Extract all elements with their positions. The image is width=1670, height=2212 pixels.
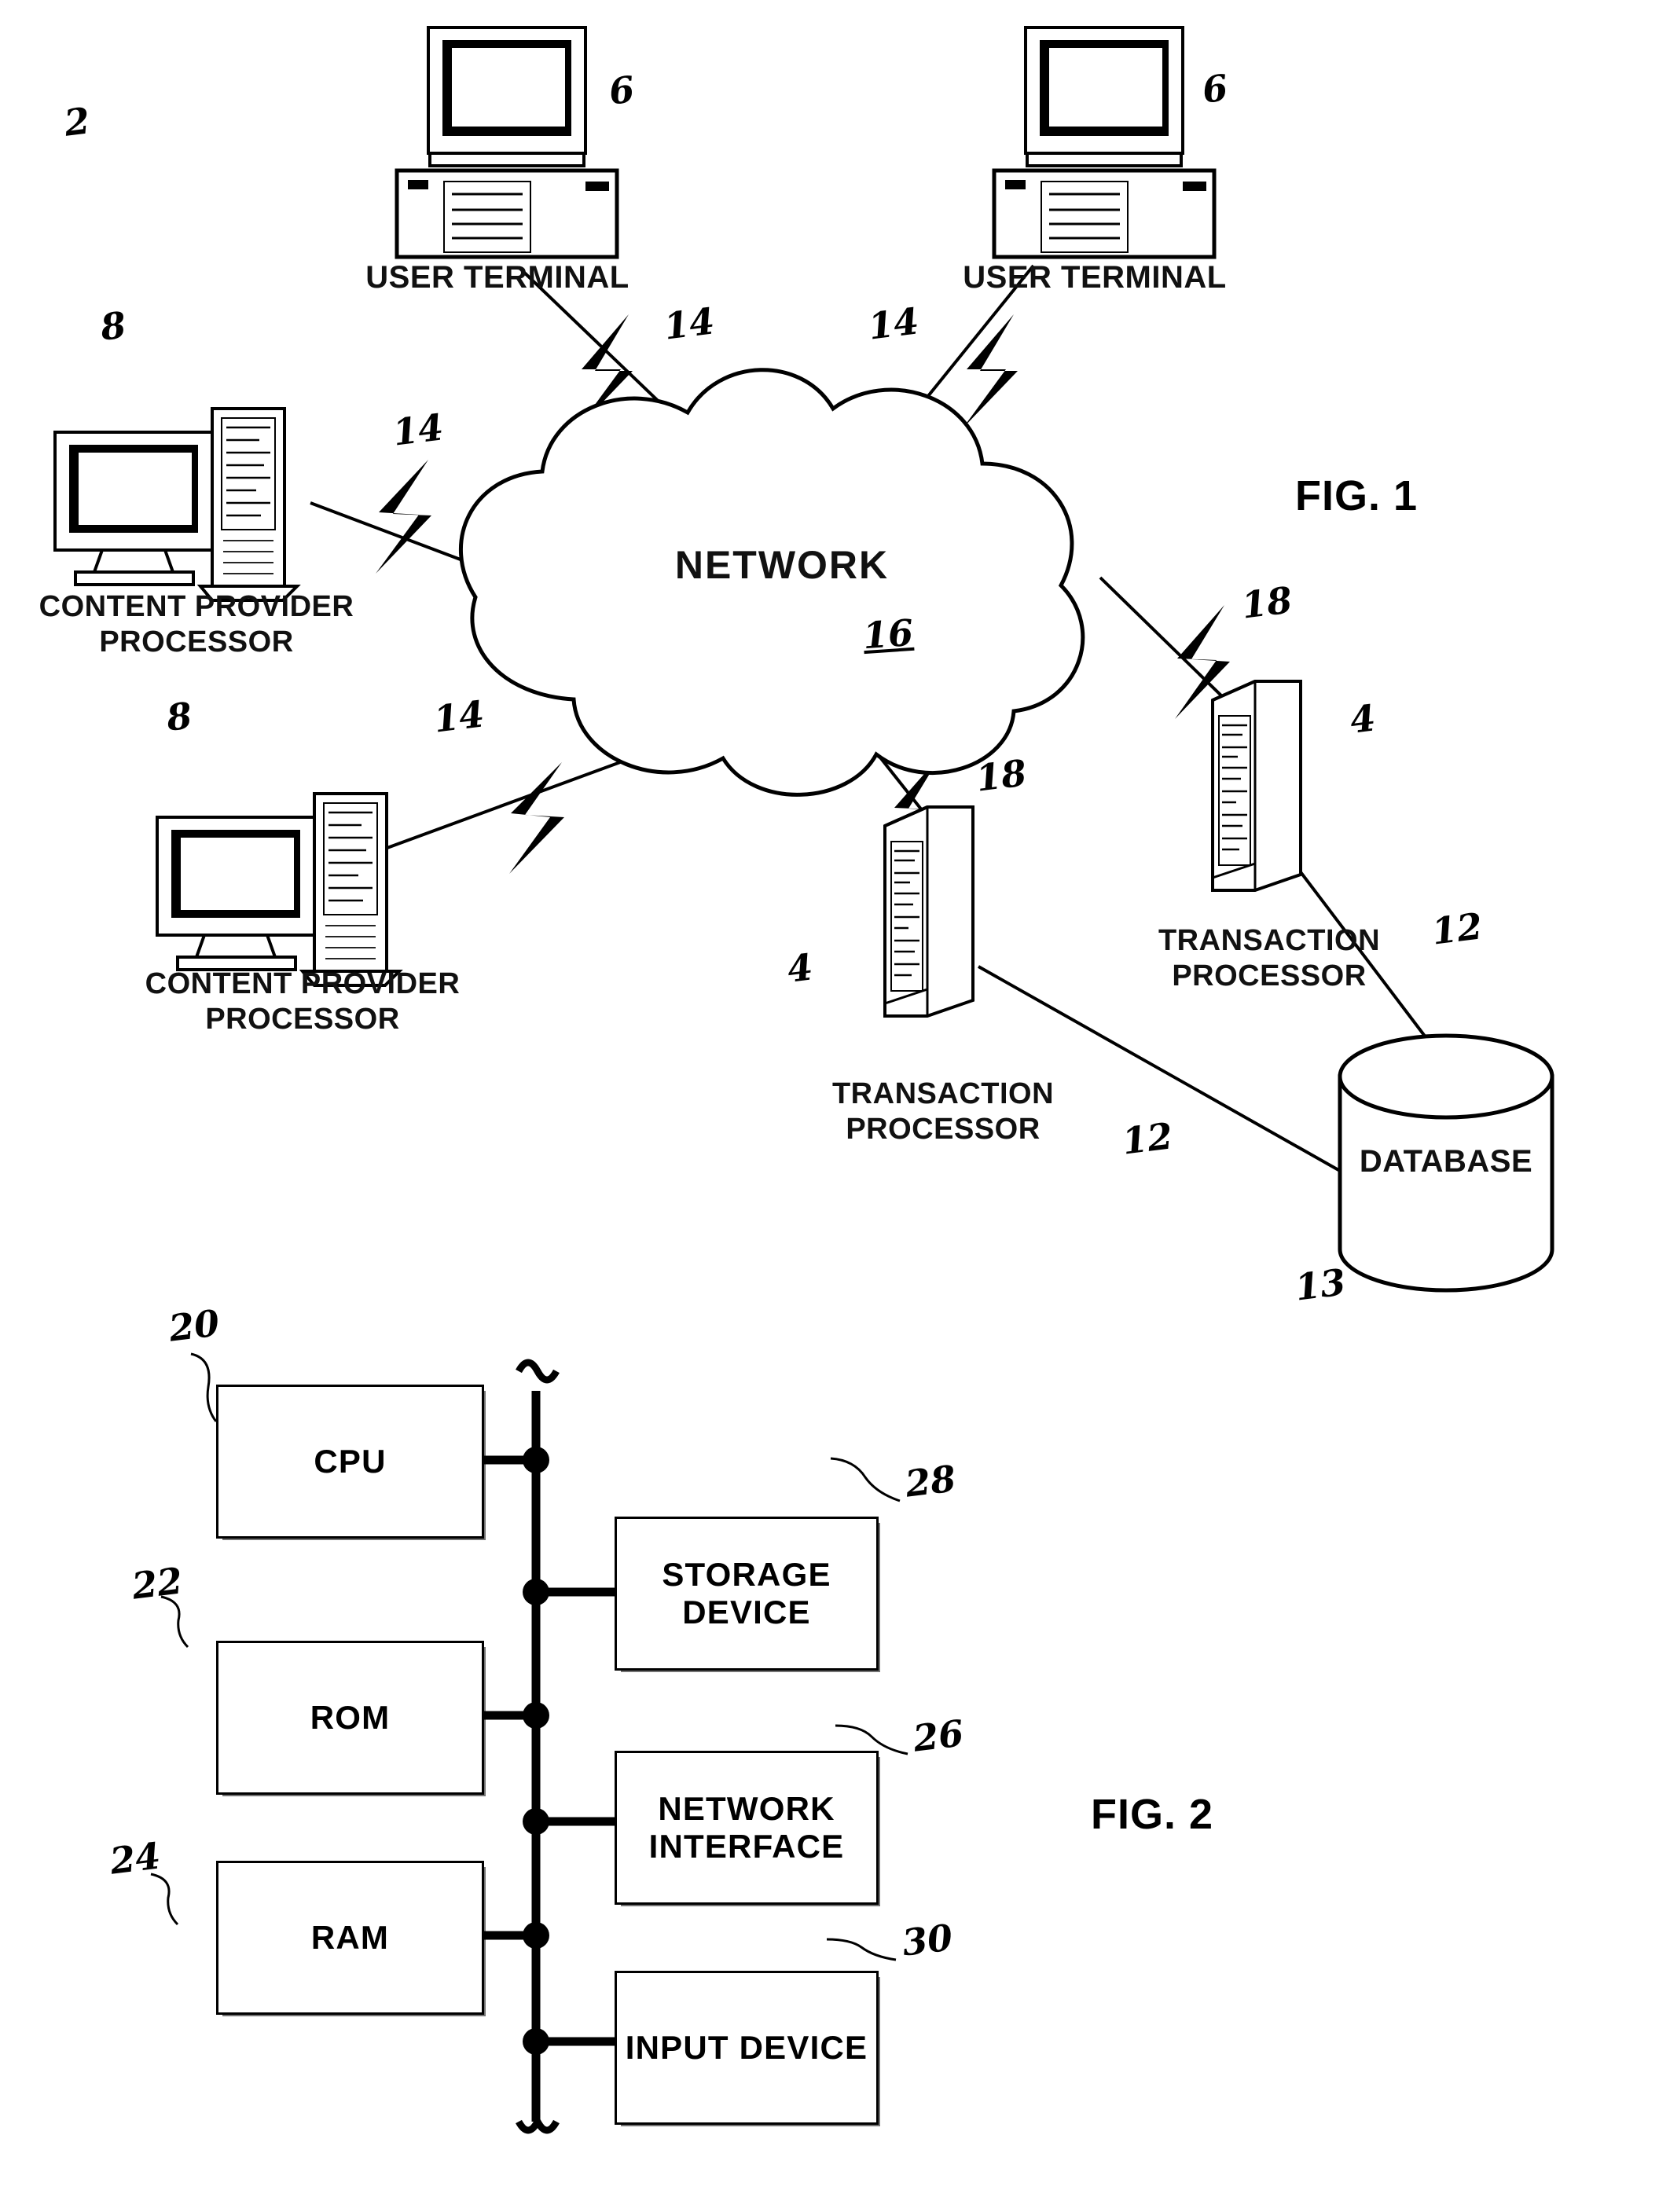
figure-2-caption: FIG. 2 <box>1091 1791 1214 1838</box>
patent-drawing-sheet: USER TERMINAL USER TERMINAL CONTENT PROV… <box>0 0 1670 2212</box>
block-cpu: CPU <box>216 1385 484 1539</box>
block-ram: RAM <box>216 1861 484 2015</box>
block-rom: ROM <box>216 1641 484 1795</box>
block-input-device: INPUT DEVICE <box>615 1971 879 2125</box>
ref-numeral-network-interface-26: 26 <box>910 1711 967 1760</box>
ref-numeral-rom-22: 22 <box>129 1559 185 1608</box>
block-storage-device: STORAGE DEVICE <box>615 1517 879 1671</box>
system-bus <box>516 1359 560 2134</box>
ref-numeral-ram-24: 24 <box>107 1834 163 1883</box>
ref-numeral-input-device-30: 30 <box>899 1916 956 1964</box>
block-network-interface: NETWORK INTERFACE <box>615 1751 879 1905</box>
ref-numeral-storage-device-28: 28 <box>902 1457 959 1506</box>
bus-stubs <box>479 1455 615 2046</box>
ref-numeral-cpu-20: 20 <box>166 1301 222 1350</box>
